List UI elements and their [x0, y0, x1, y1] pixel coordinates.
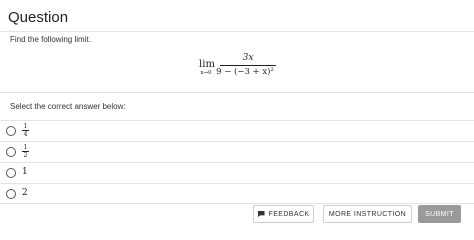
answer-option-1[interactable]: 1	[0, 162, 474, 183]
option-value: 1	[22, 167, 28, 177]
option-numerator: 1	[23, 123, 28, 130]
question-prompt: Find the following limit.	[10, 35, 91, 44]
radio-button[interactable]	[6, 168, 16, 178]
option-value: 2	[22, 188, 28, 198]
more-instruction-button[interactable]: MORE INSTRUCTION	[323, 205, 412, 223]
option-denominator: 2	[23, 152, 28, 159]
option-fraction: 1 4	[22, 123, 29, 138]
feedback-button-label: FEEDBACK	[268, 210, 310, 218]
page-title: Question	[8, 9, 69, 26]
answer-option-1-2[interactable]: 1 2	[0, 141, 474, 162]
radio-button[interactable]	[6, 189, 16, 199]
question-header: Question	[0, 0, 474, 32]
answer-options: 1 4 1 2 1 2	[0, 120, 474, 204]
fraction-denominator: 9 − (−3 + x)²	[216, 67, 274, 77]
select-answer-label: Select the correct answer below:	[10, 102, 126, 111]
fraction-numerator: 3x	[242, 53, 254, 63]
answer-option-1-4[interactable]: 1 4	[0, 120, 474, 141]
more-instruction-label: MORE INSTRUCTION	[328, 210, 407, 218]
answer-option-2[interactable]: 2	[0, 183, 474, 204]
option-numerator: 1	[23, 144, 28, 151]
fraction-bar	[220, 65, 276, 66]
feedback-button[interactable]: FEEDBACK	[253, 205, 314, 223]
radio-button[interactable]	[6, 126, 16, 136]
radio-button[interactable]	[6, 147, 16, 157]
limit-formula: lim x→0 3x 9 − (−3 + x)²	[0, 52, 474, 88]
submit-button-label: SUBMIT	[425, 210, 454, 218]
option-denominator: 4	[23, 131, 28, 138]
section-divider	[0, 92, 474, 93]
feedback-flag-icon	[257, 210, 265, 218]
limit-fraction: 3x 9 − (−3 + x)²	[216, 52, 276, 78]
submit-button[interactable]: SUBMIT	[418, 205, 461, 223]
option-fraction: 1 2	[22, 144, 29, 159]
